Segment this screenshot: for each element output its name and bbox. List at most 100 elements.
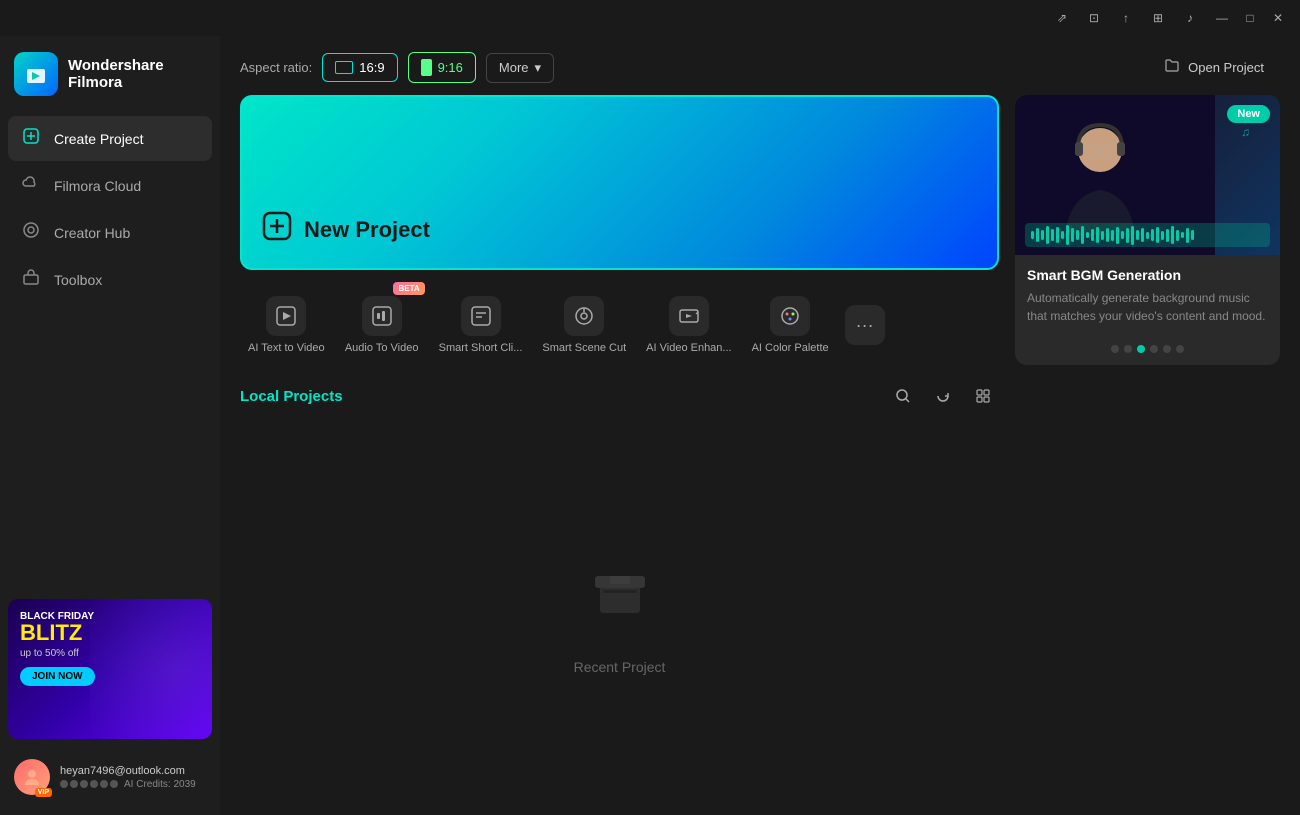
- maximize-button[interactable]: □: [1236, 4, 1264, 32]
- promo-join-button[interactable]: JOIN NOW: [20, 667, 95, 686]
- search-projects-button[interactable]: [887, 380, 919, 412]
- wave-17: [1111, 230, 1114, 241]
- sidebar-item-toolbox[interactable]: Toolbox: [8, 257, 212, 302]
- feature-ai-video-enhan-wrapper: AI Video Enhan...: [638, 286, 739, 364]
- user-credits-row: AI Credits: 2039: [60, 779, 206, 790]
- filmora-cloud-icon: [20, 174, 42, 197]
- sidebar-bottom: BLACK FRIDAY BLITZ up to 50% off JOIN NO…: [0, 587, 220, 815]
- brand-name: Wondershare: [68, 57, 164, 74]
- new-project-card[interactable]: New Project: [240, 95, 999, 270]
- smart-short-cli-icon: [461, 296, 501, 336]
- feature-smart-short-cli[interactable]: Smart Short Cli...: [431, 286, 531, 364]
- star-1: [60, 780, 68, 788]
- top-icon-group: ⇗ ⊡ ↑ ⊞ ♪: [1048, 4, 1204, 32]
- open-project-label: Open Project: [1188, 60, 1264, 75]
- section-title: Local Projects: [240, 388, 343, 405]
- aspect-9-16-label: 9:16: [438, 60, 463, 75]
- cloud-upload-icon[interactable]: ↑: [1112, 4, 1140, 32]
- chevron-down-icon: ▾: [535, 60, 542, 76]
- close-button[interactable]: ✕: [1264, 4, 1292, 32]
- right-panel: ♪ ♫: [1015, 95, 1280, 795]
- wave-6: [1056, 227, 1059, 243]
- feature-audio-to-video[interactable]: Audio To Video: [337, 286, 427, 364]
- smart-scene-cut-icon: [564, 296, 604, 336]
- sidebar-item-create-project[interactable]: Create Project: [8, 116, 212, 161]
- promo-discount: up to 50% off: [20, 648, 200, 659]
- user-profile[interactable]: VIP heyan7496@outlook.com AI Cred: [8, 751, 212, 803]
- wave-5: [1051, 229, 1054, 241]
- star-icons: [60, 780, 118, 788]
- creator-hub-icon: [20, 221, 42, 244]
- dot-6[interactable]: [1176, 345, 1184, 353]
- feature-ai-text-to-video[interactable]: AI Text to Video: [240, 286, 333, 364]
- ai-video-enhan-icon: [669, 296, 709, 336]
- grid-view-button[interactable]: [967, 380, 999, 412]
- minimize-button[interactable]: —: [1208, 4, 1236, 32]
- aspect-16-9-label: 16:9: [359, 60, 384, 75]
- wave-20: [1126, 228, 1129, 243]
- sidebar-item-filmora-cloud[interactable]: Filmora Cloud: [8, 163, 212, 208]
- refresh-projects-button[interactable]: [927, 380, 959, 412]
- empty-box-icon: [580, 548, 660, 643]
- bookmark-icon[interactable]: ⊡: [1080, 4, 1108, 32]
- wave-29: [1171, 226, 1174, 244]
- sidebar-label-filmora-cloud: Filmora Cloud: [54, 178, 141, 194]
- aspect-16-9-button[interactable]: 16:9: [322, 53, 397, 82]
- grid-icon[interactable]: ⊞: [1144, 4, 1172, 32]
- aspect-ratio-label: Aspect ratio:: [240, 60, 312, 75]
- feature-ai-color-palette-wrapper: AI Color Palette: [744, 286, 837, 364]
- wave-31: [1181, 232, 1184, 238]
- dot-5[interactable]: [1163, 345, 1171, 353]
- promo-card-description: Automatically generate background music …: [1027, 289, 1268, 325]
- music-note-icon[interactable]: ♪: [1176, 4, 1204, 32]
- wave-32: [1186, 228, 1189, 243]
- wave-21: [1131, 226, 1134, 245]
- local-projects-section: Local Projects: [240, 380, 999, 795]
- dot-1[interactable]: [1111, 345, 1119, 353]
- promo-banner[interactable]: BLACK FRIDAY BLITZ up to 50% off JOIN NO…: [8, 599, 212, 739]
- open-project-button[interactable]: Open Project: [1148, 50, 1280, 85]
- more-aspect-button[interactable]: More ▾: [486, 53, 554, 83]
- wave-11: [1081, 226, 1084, 244]
- sidebar-label-creator-hub: Creator Hub: [54, 225, 130, 241]
- wave-16: [1106, 228, 1109, 242]
- toolbox-icon: [20, 268, 42, 291]
- promo-card-image: ♪ ♫: [1015, 95, 1280, 255]
- audio-to-video-icon: [362, 296, 402, 336]
- beta-badge: BETA: [393, 282, 424, 295]
- feature-smart-scene-cut[interactable]: Smart Scene Cut: [534, 286, 634, 364]
- waveform-bar: [1025, 223, 1270, 247]
- new-badge: New: [1227, 105, 1270, 123]
- product-name: Filmora: [68, 74, 164, 91]
- dot-3[interactable]: [1137, 345, 1145, 353]
- wave-8: [1066, 225, 1069, 245]
- feature-row: AI Text to Video: [240, 286, 999, 364]
- promo-content: BLACK FRIDAY BLITZ up to 50% off JOIN NO…: [8, 599, 212, 698]
- wave-22: [1136, 230, 1139, 240]
- feature-ai-color-palette[interactable]: AI Color Palette: [744, 286, 837, 364]
- folder-icon: [1164, 58, 1180, 77]
- sidebar: Wondershare Filmora Create Project: [0, 36, 220, 815]
- wave-28: [1166, 229, 1169, 242]
- wave-1: [1031, 231, 1034, 239]
- logo-icon: [14, 52, 58, 96]
- sidebar-item-creator-hub[interactable]: Creator Hub: [8, 210, 212, 255]
- new-project-label: New Project: [304, 217, 430, 243]
- create-project-icon: [20, 127, 42, 150]
- left-panel: New Project AI Text t: [240, 95, 999, 795]
- aspect-9-16-button[interactable]: 9:16: [408, 52, 476, 83]
- title-bar: ⇗ ⊡ ↑ ⊞ ♪ — □ ✕: [0, 0, 1300, 36]
- dot-2[interactable]: [1124, 345, 1132, 353]
- user-info: heyan7496@outlook.com AI Credits: 2039: [60, 765, 206, 790]
- feature-ai-video-enhan[interactable]: AI Video Enhan...: [638, 286, 739, 364]
- dot-4[interactable]: [1150, 345, 1158, 353]
- wave-14: [1096, 227, 1099, 243]
- promo-card: ♪ ♫: [1015, 95, 1280, 365]
- more-features-button[interactable]: ···: [845, 305, 885, 345]
- wave-4: [1046, 226, 1049, 244]
- app-body: Wondershare Filmora Create Project: [0, 36, 1300, 815]
- user-email: heyan7496@outlook.com: [60, 765, 206, 777]
- new-project-plus-icon: [262, 211, 292, 248]
- feature-ai-text-to-video-wrapper: AI Text to Video: [240, 286, 333, 364]
- share-icon[interactable]: ⇗: [1048, 4, 1076, 32]
